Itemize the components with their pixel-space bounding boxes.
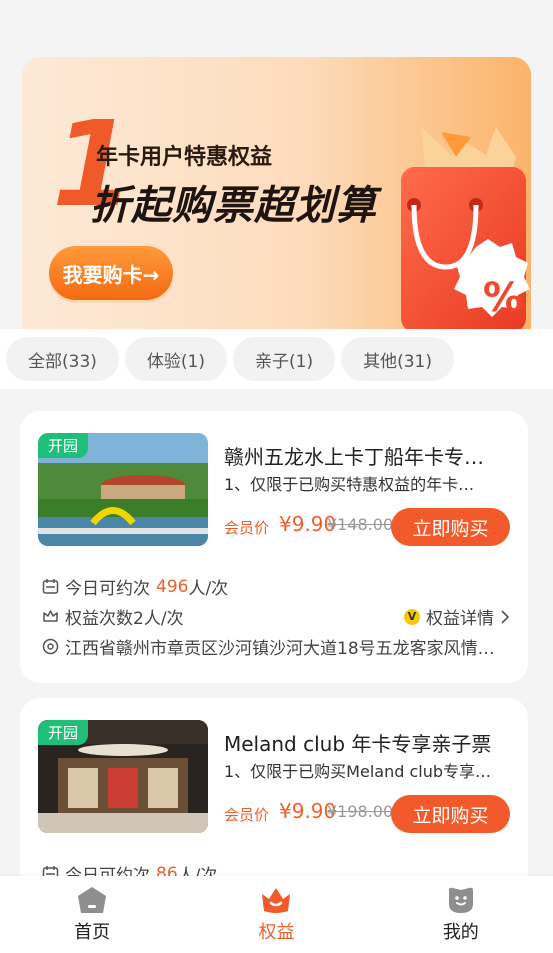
today-availability: 今日可约次 496 人/次 [42,574,228,599]
promo-banner[interactable]: 1 年卡用户特惠权益 折起购票超划算 我要购卡→ % [22,57,531,329]
original-price: ¥198.00 [327,802,394,821]
crown-outline-icon [43,610,58,622]
tab-family[interactable]: 亲子(1) [233,337,336,381]
open-badge: 开园 [38,433,89,458]
bottom-nav: 首页 权益 我的 [0,876,553,953]
address-text: 江西省赣州市章贡区沙河镇沙河大道18号五龙客家风情… [65,639,495,659]
benefit-times: 权益次数2人/次 [42,604,184,629]
nav-benefits-label: 权益 [258,921,295,943]
product-image: 开园 [38,720,208,833]
product-desc: 1、仅限于已购买特惠权益的年卡… [224,475,475,494]
buy-now-button[interactable]: 立即购买 [391,795,510,833]
benefit-times-text: 权益次数2人/次 [65,609,184,629]
tab-all[interactable]: 全部(33) [6,337,119,381]
nav-mine-label: 我的 [442,921,479,943]
address-row: 江西省赣州市章贡区沙河镇沙河大道18号五龙客家风情… [42,634,512,659]
nav-mine[interactable]: 我的 [401,886,521,944]
today-unit: 人/次 [188,579,229,599]
tab-experience[interactable]: 体验(1) [124,337,227,381]
calendar-icon [42,579,59,594]
banner-subtitle: 年卡用户特惠权益 [96,145,273,170]
benefit-detail-label: 权益详情 [426,609,494,629]
product-image: 开园 [38,433,208,546]
product-card[interactable]: 开园 Meland club 年卡专享亲子票 1、仅限于已购买Meland cl… [20,698,528,898]
buy-card-button[interactable]: 我要购卡→ [49,246,173,300]
crown-icon [262,887,291,913]
product-card[interactable]: 开园 赣州五龙水上卡丁船年卡专… 1、仅限于已购买特惠权益的年卡… 会员价 ¥9… [20,411,528,683]
today-label: 今日可约次 [65,579,150,599]
category-tabs: 全部(33) 体验(1) 亲子(1) 其他(31) [0,329,553,389]
vip-icon: V [404,608,420,625]
product-title: 赣州五龙水上卡丁船年卡专… [224,445,484,469]
location-icon [42,638,59,655]
member-price-label: 会员价 [224,806,270,824]
tab-other[interactable]: 其他(31) [341,337,454,381]
product-desc: 1、仅限于已购买Meland club专享… [224,762,492,781]
banner-headline: 折起购票超划算 [90,183,377,229]
nav-home-label: 首页 [74,921,111,943]
open-badge: 开园 [38,720,89,745]
user-icon [448,887,473,913]
buy-now-button[interactable]: 立即购买 [391,508,510,546]
chevron-right-icon [501,609,510,624]
original-price: ¥148.00 [327,515,394,534]
bag-percent-symbol: % [482,275,523,321]
home-icon [78,886,107,913]
nav-benefits[interactable]: 权益 [216,886,336,944]
today-count: 496 [156,576,189,597]
product-title: Meland club 年卡专享亲子票 [224,732,492,756]
member-price-label: 会员价 [224,519,270,537]
nav-home[interactable]: 首页 [32,886,152,944]
benefit-detail-link[interactable]: V 权益详情 [404,604,510,629]
